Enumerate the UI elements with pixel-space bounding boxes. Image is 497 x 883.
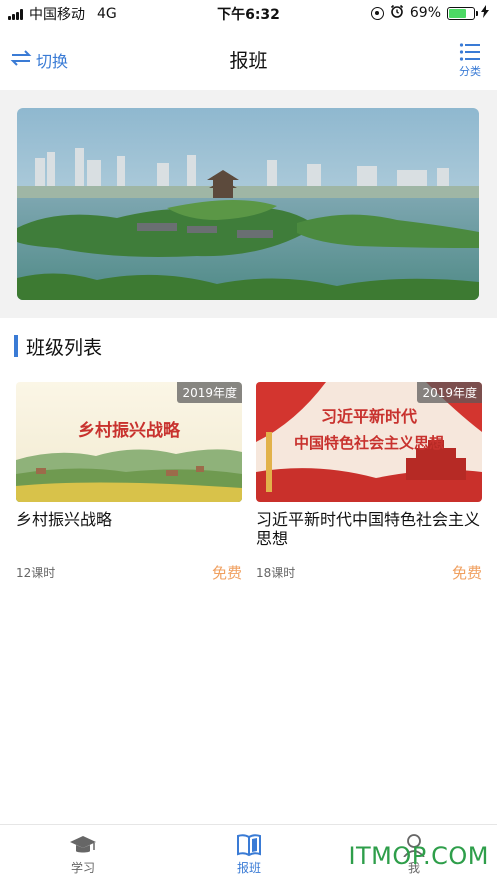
banner-image[interactable]	[17, 108, 479, 300]
status-bar: 中国移动 4G 下午6:32 69%	[0, 0, 497, 26]
year-badge: 2019年度	[177, 382, 242, 403]
book-icon	[209, 831, 289, 859]
rotation-lock-icon	[370, 6, 384, 20]
course-hours: 12课时	[16, 566, 56, 580]
banner-text: 乡村振兴战略	[78, 420, 181, 441]
tab-study-label: 学习	[70, 861, 95, 875]
tab-study[interactable]: 学习	[43, 831, 123, 876]
alarm-icon	[390, 4, 404, 22]
course-title: 习近平新时代中国特色社会主义思想	[256, 510, 481, 548]
course-hours: 18课时	[256, 566, 296, 580]
tab-enroll-label: 报班	[236, 861, 261, 875]
battery-percent: 69%	[409, 5, 441, 21]
category-button[interactable]: 分类	[457, 42, 483, 79]
section-header: 班级列表	[14, 334, 103, 359]
year-badge: 2019年度	[417, 382, 482, 403]
course-card[interactable]: 乡村振兴战略 2019年度 乡村振兴战略 12课时 免费	[16, 382, 242, 582]
course-price: 免费	[451, 564, 482, 582]
nav-bar: 切换 报班 分类	[0, 26, 497, 90]
banner-line-2: 中国特色社会主义思想	[294, 434, 444, 452]
course-thumbnail: 乡村振兴战略 2019年度	[16, 382, 242, 502]
graduation-cap-icon	[43, 831, 123, 859]
watermark: ITMOP.COM	[348, 842, 489, 870]
tab-enroll[interactable]: 报班	[209, 831, 289, 876]
course-thumbnail: 习近平新时代 中国特色社会主义思想 2019年度	[256, 382, 482, 502]
course-card[interactable]: 习近平新时代 中国特色社会主义思想 2019年度 习近平新时代中国特色社会主义思…	[256, 382, 482, 582]
section-title: 班级列表	[26, 336, 103, 359]
course-title: 乡村振兴战略	[16, 510, 113, 529]
course-price: 免费	[211, 564, 242, 582]
battery-icon	[447, 6, 478, 20]
banner-line-1: 习近平新时代	[321, 407, 417, 426]
charging-icon	[481, 4, 489, 22]
section-accent-bar	[14, 335, 18, 357]
category-label: 分类	[459, 65, 481, 78]
status-right: 69%	[370, 4, 489, 22]
page-title: 报班	[229, 50, 268, 72]
